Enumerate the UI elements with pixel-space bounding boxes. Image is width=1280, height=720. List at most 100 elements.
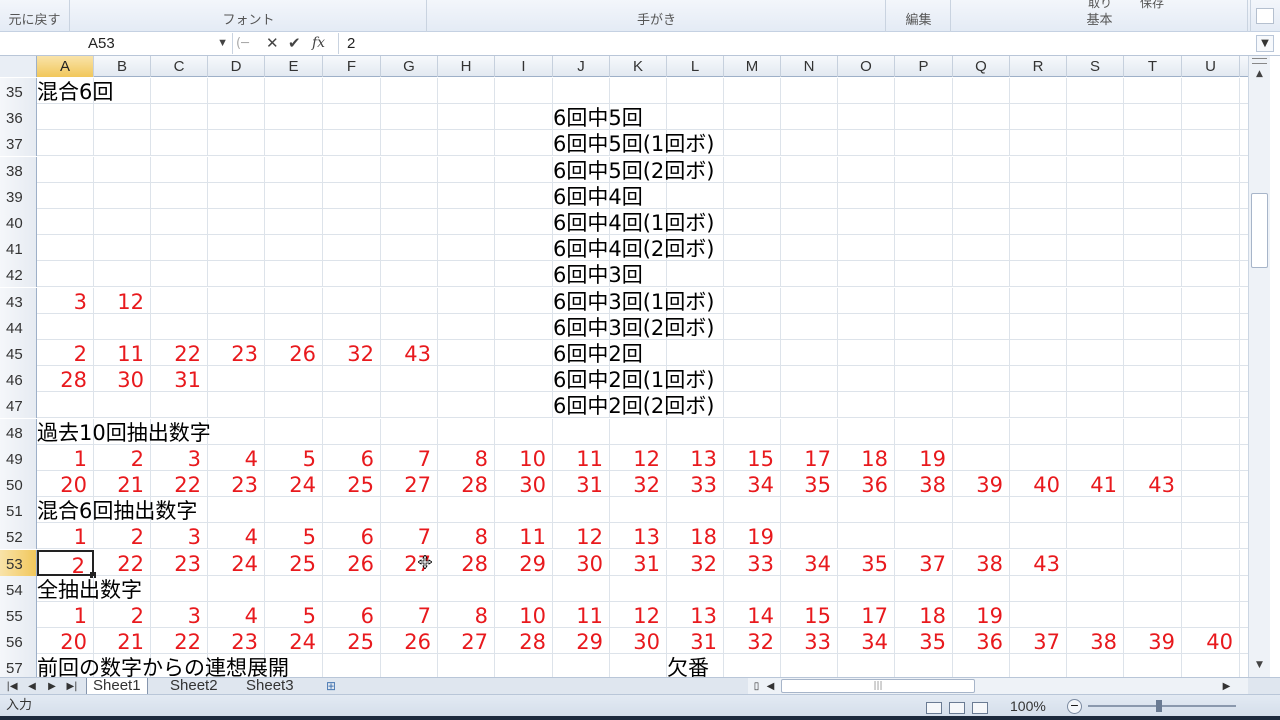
cell-c55[interactable]: 3 <box>151 602 208 628</box>
column-header-o[interactable]: O <box>838 56 895 77</box>
sheet-tab-2[interactable]: Sheet2 <box>164 678 224 695</box>
cell-j41[interactable]: 6回中4回(2回ボ) <box>553 235 714 261</box>
cell-j47[interactable]: 6回中2回(2回ボ) <box>553 392 714 418</box>
column-header-p[interactable]: P <box>895 56 953 77</box>
cell-o56[interactable]: 34 <box>838 628 895 654</box>
cell-g52[interactable]: 7 <box>381 523 438 549</box>
name-box[interactable]: A53 ▼ <box>0 33 233 54</box>
cell-b56[interactable]: 21 <box>94 628 151 654</box>
scroll-down-icon[interactable]: ▼ <box>1251 657 1268 674</box>
cell-s56[interactable]: 38 <box>1067 628 1124 654</box>
row-header[interactable]: 51 <box>0 497 37 524</box>
new-sheet-icon[interactable]: ⊞ <box>320 679 342 693</box>
cell-e50[interactable]: 24 <box>265 471 323 497</box>
cell-n53[interactable]: 34 <box>781 550 838 576</box>
row-header[interactable]: 48 <box>0 418 37 445</box>
horizontal-scroll-thumb[interactable]: ||| <box>781 679 975 693</box>
cell-a48[interactable]: 過去10回抽出数字 <box>37 419 211 445</box>
vertical-scroll-thumb[interactable] <box>1251 193 1268 268</box>
cell-f53[interactable]: 26 <box>323 550 381 576</box>
column-header-q[interactable]: Q <box>953 56 1010 77</box>
cell-i49[interactable]: 10 <box>495 445 553 471</box>
row-header[interactable]: 56 <box>0 628 37 655</box>
row-header[interactable]: 37 <box>0 130 37 157</box>
cell-a52[interactable]: 1 <box>37 523 94 549</box>
cell-f50[interactable]: 25 <box>323 471 381 497</box>
cell-h56[interactable]: 27 <box>438 628 495 654</box>
cell-c56[interactable]: 22 <box>151 628 208 654</box>
cell-l53[interactable]: 32 <box>667 550 724 576</box>
cell-i53[interactable]: 29 <box>495 550 553 576</box>
cell-d56[interactable]: 23 <box>208 628 265 654</box>
cell-b50[interactable]: 21 <box>94 471 151 497</box>
cell-j40[interactable]: 6回中4回(1回ボ) <box>553 209 714 235</box>
row-header[interactable]: 40 <box>0 209 37 235</box>
scroll-up-icon[interactable]: ▲ <box>1251 66 1268 83</box>
cell-p53[interactable]: 37 <box>895 550 953 576</box>
cell-m50[interactable]: 34 <box>724 471 781 497</box>
ribbon-group-edit[interactable]: 編集 <box>887 0 951 32</box>
cell-i50[interactable]: 30 <box>495 471 553 497</box>
zoom-slider[interactable] <box>1088 705 1236 707</box>
page-layout-icon[interactable] <box>949 702 965 714</box>
horizontal-scrollbar[interactable]: ▯ ◀ ||| ▶ <box>748 678 1248 695</box>
sheet-tab-1[interactable]: Sheet1 <box>86 678 148 695</box>
cell-j56[interactable]: 29 <box>553 628 610 654</box>
row-header[interactable]: 45 <box>0 340 37 366</box>
cell-b46[interactable]: 30 <box>94 366 151 392</box>
column-header-u[interactable]: U <box>1182 56 1240 77</box>
column-header-l[interactable]: L <box>667 56 724 77</box>
cell-t50[interactable]: 43 <box>1124 471 1182 497</box>
cell-j43[interactable]: 6回中3回(1回ボ) <box>553 288 714 314</box>
cell-o53[interactable]: 35 <box>838 550 895 576</box>
cell-d45[interactable]: 23 <box>208 340 265 366</box>
row-header[interactable]: 50 <box>0 471 37 497</box>
cell-r50[interactable]: 40 <box>1010 471 1067 497</box>
cell-c46[interactable]: 31 <box>151 366 208 392</box>
row-header[interactable]: 36 <box>0 104 37 131</box>
cell-l56[interactable]: 31 <box>667 628 724 654</box>
cell-j38[interactable]: 6回中5回(2回ボ) <box>553 157 714 183</box>
next-sheet-icon[interactable]: ▶ <box>42 678 62 695</box>
cell-k52[interactable]: 13 <box>610 523 667 549</box>
column-header-b[interactable]: B <box>94 56 151 77</box>
row-header[interactable]: 55 <box>0 602 37 628</box>
cell-k55[interactable]: 12 <box>610 602 667 628</box>
row-header[interactable]: 42 <box>0 261 37 288</box>
row-header[interactable]: 54 <box>0 575 37 602</box>
cell-g56[interactable]: 26 <box>381 628 438 654</box>
column-header-m[interactable]: M <box>724 56 781 77</box>
column-header-d[interactable]: D <box>208 56 265 77</box>
cell-o50[interactable]: 36 <box>838 471 895 497</box>
column-header-n[interactable]: N <box>781 56 838 77</box>
cell-j39[interactable]: 6回中4回 <box>553 183 643 209</box>
row-header[interactable]: 46 <box>0 366 37 393</box>
cell-s50[interactable]: 41 <box>1067 471 1124 497</box>
scroll-left-icon[interactable]: ◀ <box>762 678 779 695</box>
cell-n55[interactable]: 15 <box>781 602 838 628</box>
select-all-corner[interactable] <box>0 56 37 77</box>
worksheet-grid[interactable]: ABCDEFGHIJKLMNOPQRSTU 35 混合6回 36 6回中5回 37 6回中… <box>0 56 1248 677</box>
cell-h52[interactable]: 8 <box>438 523 495 549</box>
prev-sheet-icon[interactable]: ◀ <box>22 678 42 695</box>
column-header-t[interactable]: T <box>1124 56 1182 77</box>
cell-l57[interactable]: 欠番 <box>667 654 709 677</box>
column-header-s[interactable]: S <box>1067 56 1124 77</box>
cell-p55[interactable]: 18 <box>895 602 953 628</box>
formula-input[interactable]: 2 <box>338 33 1248 54</box>
vertical-scrollbar[interactable]: ▲ ▼ <box>1248 56 1270 677</box>
cell-b52[interactable]: 2 <box>94 523 151 549</box>
row-header[interactable]: 57 <box>0 654 37 677</box>
row-header[interactable]: 47 <box>0 392 37 419</box>
cell-a55[interactable]: 1 <box>37 602 94 628</box>
ribbon-group-undo[interactable]: 元に戻す <box>0 0 70 32</box>
ribbon-group-font[interactable]: フォント <box>71 0 427 32</box>
cell-m56[interactable]: 32 <box>724 628 781 654</box>
cell-j55[interactable]: 11 <box>553 602 610 628</box>
cell-p56[interactable]: 35 <box>895 628 953 654</box>
cell-a50[interactable]: 20 <box>37 471 94 497</box>
cell-h50[interactable]: 28 <box>438 471 495 497</box>
column-header-f[interactable]: F <box>323 56 381 77</box>
row-header[interactable]: 39 <box>0 182 37 209</box>
cell-a56[interactable]: 20 <box>37 628 94 654</box>
